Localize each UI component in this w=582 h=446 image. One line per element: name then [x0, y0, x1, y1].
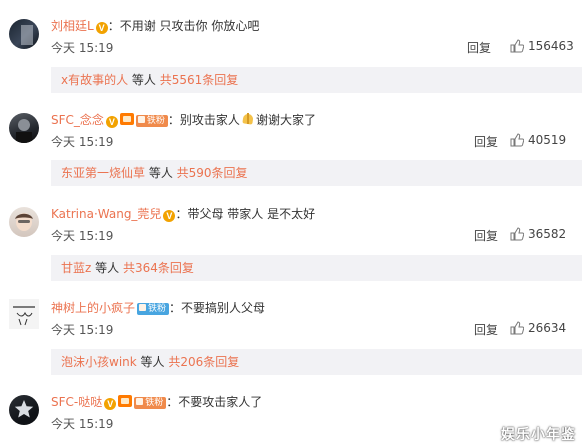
reply-button[interactable]: 回复 [467, 39, 491, 56]
pray-hands-icon [241, 112, 255, 126]
verified-v-icon: V [163, 210, 176, 222]
verified-v-icon: V [105, 116, 118, 128]
more-replies-link[interactable]: 共5561条回复 [160, 73, 239, 87]
sub-replies[interactable]: 东亚第一烧仙草 等人 共590条回复 [51, 160, 582, 186]
comment-text: ：不用谢 只攻击你 你放心吧 [107, 19, 260, 33]
comment-text: ：不要搞别人父母 [169, 301, 266, 315]
sub-reply-etc: 等人 [91, 261, 123, 275]
sub-reply-etc: 等人 [145, 166, 177, 180]
more-replies-link[interactable]: 共206条回复 [168, 355, 239, 369]
sub-replies[interactable]: 甘蓝z 等人 共364条回复 [51, 255, 582, 281]
username-link[interactable]: 刘相廷L [51, 19, 94, 33]
like-button[interactable]: 40519 [510, 133, 566, 147]
comment-text: ：不要攻击家人了 [166, 395, 263, 409]
like-button[interactable]: 156463 [510, 39, 574, 53]
like-count: 36582 [528, 227, 567, 241]
sub-reply-user[interactable]: 泡沫小孩wink [61, 355, 137, 369]
thumbs-up-icon [510, 321, 525, 335]
comment-text-tail: 谢谢大家了 [255, 113, 316, 127]
sub-reply-etc: 等人 [136, 355, 169, 369]
level-icon [119, 113, 134, 125]
sub-replies[interactable]: x有故事的人 等人 共5561条回复 [51, 67, 582, 93]
comment-time: 今天 15:19 [51, 417, 114, 431]
like-count: 156463 [528, 39, 574, 53]
fan-badge: 铁粉 [137, 303, 170, 315]
comment-text: ：别攻击家人 [167, 113, 240, 127]
reply-button[interactable]: 回复 [474, 321, 498, 338]
thumbs-up-icon [510, 227, 525, 241]
avatar[interactable] [9, 19, 39, 49]
avatar[interactable] [9, 207, 39, 237]
sub-reply-user[interactable]: 东亚第一烧仙草 [61, 166, 145, 180]
like-count: 26634 [528, 321, 567, 335]
avatar[interactable] [9, 113, 39, 143]
more-replies-link[interactable]: 共590条回复 [177, 166, 248, 180]
like-button[interactable]: 26634 [510, 321, 566, 335]
fan-badge: 铁粉 [135, 115, 168, 127]
comment-time: 今天 15:19 [51, 41, 114, 55]
username-link[interactable]: SFC-哒哒 [51, 395, 102, 409]
sub-reply-user[interactable]: x有故事的人 [61, 73, 128, 87]
thumbs-up-icon [510, 133, 525, 147]
comment-time: 今天 15:19 [51, 229, 114, 243]
comment-time: 今天 15:19 [51, 135, 114, 149]
verified-v-icon: V [104, 398, 117, 410]
thumbs-up-icon [510, 39, 525, 53]
comment-time: 今天 15:19 [51, 323, 114, 337]
reply-button[interactable]: 回复 [474, 227, 498, 244]
avatar[interactable] [9, 299, 39, 329]
username-link[interactable]: 神树上的小疯子 [51, 301, 135, 315]
reply-button[interactable]: 回复 [474, 133, 498, 150]
level-icon [118, 395, 133, 407]
like-button[interactable]: 36582 [510, 227, 566, 241]
username-link[interactable]: Katrina·Wang_莞兒 [51, 207, 161, 221]
username-link[interactable]: SFC_念念 [51, 113, 104, 127]
verified-v-icon: V [95, 22, 108, 34]
sub-replies[interactable]: 泡沫小孩wink 等人 共206条回复 [51, 349, 582, 375]
watermark: 娱乐小年鉴 [501, 427, 576, 443]
more-replies-link[interactable]: 共364条回复 [123, 261, 194, 275]
avatar[interactable] [9, 395, 39, 425]
like-count: 40519 [528, 133, 567, 147]
fan-badge: 铁粉 [134, 397, 167, 409]
sub-reply-user[interactable]: 甘蓝z [61, 261, 91, 275]
comment-text: ：带父母 带家人 是不太好 [175, 207, 316, 221]
sub-reply-etc: 等人 [128, 73, 160, 87]
